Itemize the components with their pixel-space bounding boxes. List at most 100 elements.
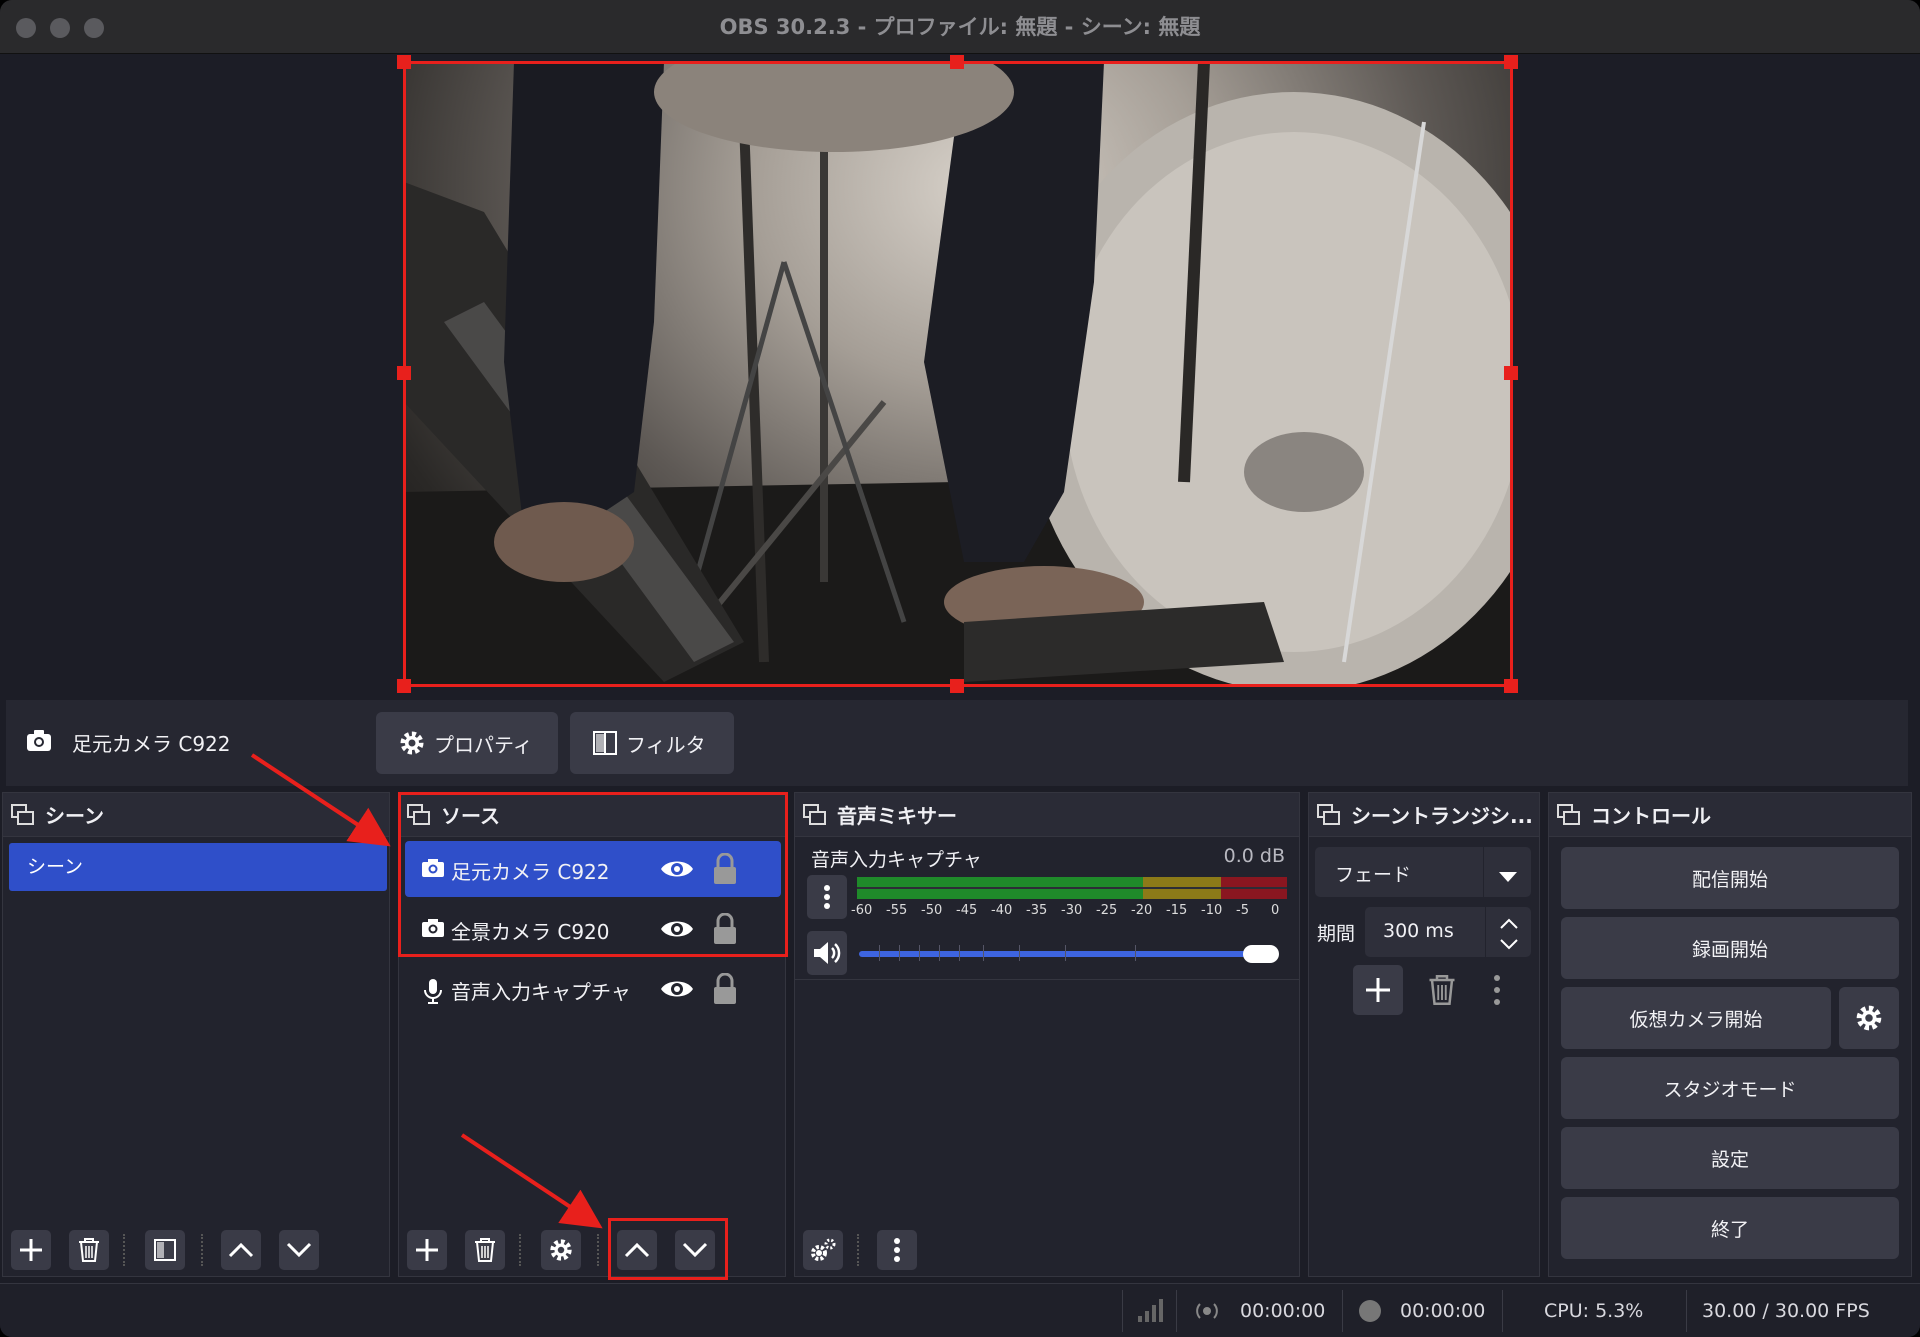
virtual-camera-settings-button[interactable] xyxy=(1839,987,1899,1049)
volume-tick xyxy=(879,945,880,961)
exit-button[interactable]: 終了 xyxy=(1561,1197,1899,1259)
divider xyxy=(1485,907,1486,957)
annotation-highlight-box xyxy=(608,1218,728,1280)
network-signal-icon xyxy=(1136,1298,1164,1327)
divider xyxy=(1502,1290,1503,1332)
properties-label: プロパティ xyxy=(434,732,533,757)
divider xyxy=(1686,1290,1687,1332)
volume-tick xyxy=(1135,945,1136,961)
controls-dock: コントロール 配信開始 録画開始 仮想カメラ開始 スタジオモード 設定 終了 xyxy=(1548,792,1912,1277)
start-virtual-camera-button[interactable]: 仮想カメラ開始 xyxy=(1561,987,1831,1049)
footer-separator xyxy=(519,1234,521,1266)
trash-icon[interactable] xyxy=(1427,973,1457,1011)
dropdown-arrow-icon xyxy=(1499,867,1517,886)
chevron-down-icon xyxy=(286,1242,312,1258)
duration-label: 期間 xyxy=(1317,923,1356,945)
resize-handle-top-left[interactable] xyxy=(397,55,411,69)
scene-transitions-header[interactable]: シーントランジシ... xyxy=(1309,793,1539,837)
kebab-menu-icon xyxy=(824,885,830,909)
divider xyxy=(795,979,1299,980)
resize-handle-right[interactable] xyxy=(1504,366,1518,380)
resize-handle-bottom-right[interactable] xyxy=(1504,679,1518,693)
meter-scale-label: -35 xyxy=(1026,903,1048,918)
plus-icon xyxy=(1366,978,1390,1002)
selection-bounding-box[interactable] xyxy=(403,61,1513,687)
meter-scale-label: -30 xyxy=(1061,903,1083,918)
mute-button[interactable] xyxy=(807,931,847,975)
speaker-icon xyxy=(814,942,841,964)
kebab-menu-icon[interactable] xyxy=(1493,973,1501,1011)
add-transition-button[interactable] xyxy=(1353,965,1403,1015)
audio-mixer-dock: 音声ミキサー 音声入力キャプチャ 0.0 dB -60 -55 -50 -45 -40-… xyxy=(794,792,1300,1277)
fps-readout: 30.00 / 30.00 FPS xyxy=(1702,1300,1870,1322)
divider xyxy=(1342,1290,1343,1332)
volume-tick xyxy=(939,945,940,961)
footer-separator xyxy=(597,1234,599,1266)
start-recording-button[interactable]: 録画開始 xyxy=(1561,917,1899,979)
meter-scale-label: -25 xyxy=(1096,903,1118,918)
volume-tick xyxy=(959,945,960,961)
resize-handle-top-right[interactable] xyxy=(1504,55,1518,69)
scene-list-item[interactable]: シーン xyxy=(9,843,387,891)
move-scene-up-button[interactable] xyxy=(221,1230,261,1270)
transition-select[interactable]: フェード xyxy=(1315,847,1531,897)
lock-icon[interactable] xyxy=(713,972,737,1010)
cpu-usage: CPU: 5.3% xyxy=(1544,1300,1644,1322)
scene-transitions-title: シーントランジシ... xyxy=(1351,804,1533,828)
visibility-eye-icon[interactable] xyxy=(660,977,694,1006)
title-bar: OBS 30.2.3 - プロファイル: 無題 - シーン: 無題 xyxy=(0,0,1920,54)
source-item-label: 音声入力キャプチャ xyxy=(451,980,631,1004)
remove-scene-button[interactable] xyxy=(69,1230,109,1270)
footer-separator xyxy=(201,1234,203,1266)
remove-source-button[interactable] xyxy=(465,1230,505,1270)
add-source-button[interactable] xyxy=(407,1230,447,1270)
divider xyxy=(1483,847,1484,897)
mixer-options-button[interactable] xyxy=(877,1230,917,1270)
record-indicator-icon xyxy=(1358,1299,1382,1328)
move-scene-down-button[interactable] xyxy=(279,1230,319,1270)
meter-scale-label: 0 xyxy=(1271,903,1280,918)
volume-tick xyxy=(1019,945,1020,961)
start-streaming-button[interactable]: 配信開始 xyxy=(1561,847,1899,909)
mixer-menu-button[interactable] xyxy=(807,875,847,919)
gear-icon xyxy=(1856,1005,1882,1031)
resize-handle-bottom-left[interactable] xyxy=(397,679,411,693)
source-item[interactable]: 音声入力キャプチャ xyxy=(405,961,781,1017)
filters-button[interactable]: フィルタ xyxy=(570,712,734,774)
resize-handle-top[interactable] xyxy=(950,55,964,69)
current-source-name: 足元カメラ C922 xyxy=(72,732,231,756)
properties-button[interactable]: プロパティ xyxy=(376,712,558,774)
meter-scale-label: -50 xyxy=(921,903,943,918)
settings-button[interactable]: 設定 xyxy=(1561,1127,1899,1189)
scene-transitions-dock: シーントランジシ... フェード 期間 300 ms xyxy=(1308,792,1540,1277)
scenes-footer xyxy=(3,1220,389,1276)
volume-slider-track[interactable] xyxy=(859,945,1269,961)
audio-level-meter xyxy=(857,875,1287,901)
meter-scale-label: -45 xyxy=(956,903,978,918)
resize-handle-left[interactable] xyxy=(397,366,411,380)
footer-separator xyxy=(123,1234,125,1266)
trash-icon xyxy=(475,1238,495,1262)
studio-mode-button[interactable]: スタジオモード xyxy=(1561,1057,1899,1119)
chevron-down-icon[interactable] xyxy=(1499,935,1519,954)
meter-scale-label: -10 xyxy=(1201,903,1223,918)
controls-header[interactable]: コントロール xyxy=(1549,793,1911,837)
scene-filters-button[interactable] xyxy=(145,1230,185,1270)
meter-scale-label: -55 xyxy=(886,903,908,918)
advanced-audio-settings-button[interactable] xyxy=(803,1230,843,1270)
gear-icon xyxy=(550,1239,572,1261)
chevron-up-icon[interactable] xyxy=(1499,915,1519,934)
filter-icon xyxy=(593,731,617,755)
mixer-footer xyxy=(795,1220,1299,1276)
meter-scale-label: -40 xyxy=(991,903,1013,918)
volume-tick xyxy=(1065,945,1066,961)
scenes-dock-header[interactable]: シーン xyxy=(3,793,389,837)
audio-mixer-header[interactable]: 音声ミキサー xyxy=(795,793,1299,837)
add-scene-button[interactable] xyxy=(11,1230,51,1270)
meter-scale-label: -5 xyxy=(1236,903,1249,918)
source-properties-button[interactable] xyxy=(541,1230,581,1270)
volume-slider-thumb[interactable] xyxy=(1243,945,1279,963)
resize-handle-bottom[interactable] xyxy=(950,679,964,693)
transition-select-value: フェード xyxy=(1335,864,1412,886)
duration-spinbox[interactable]: 300 ms xyxy=(1365,907,1531,957)
